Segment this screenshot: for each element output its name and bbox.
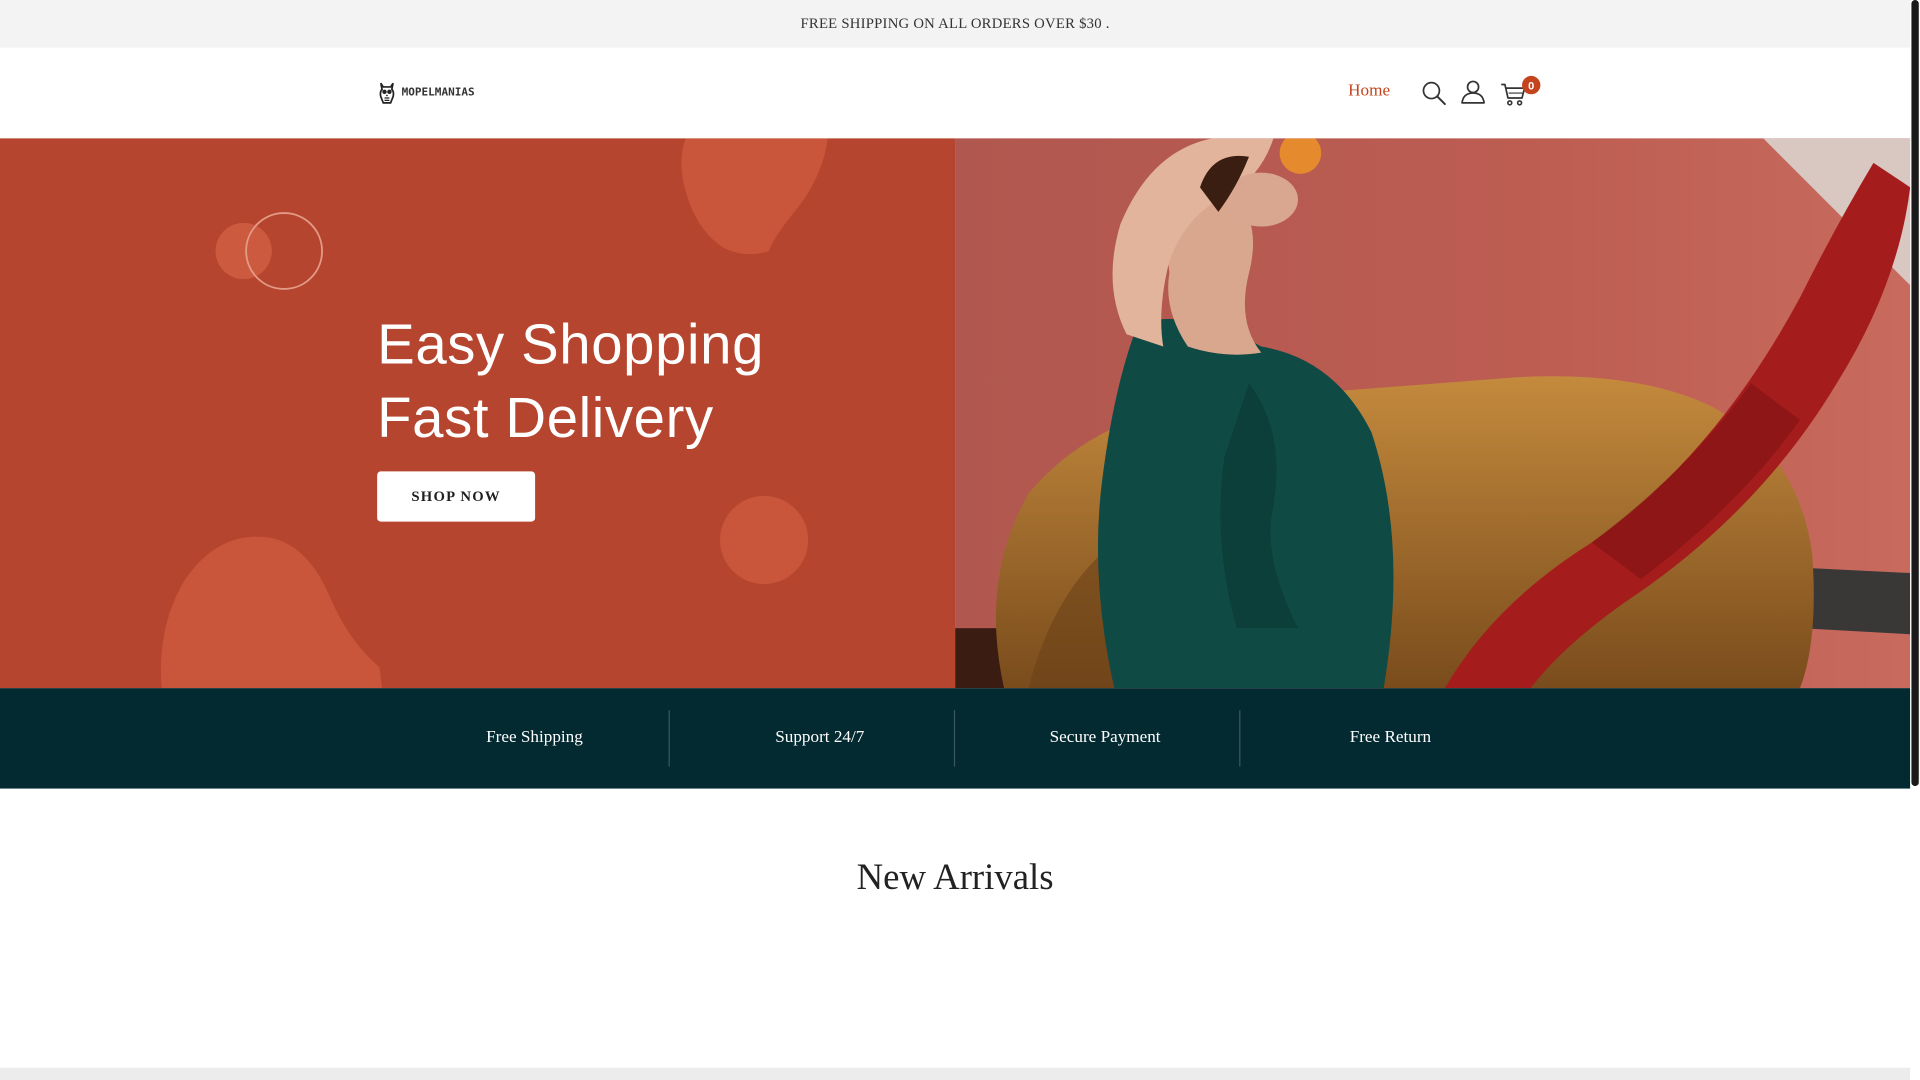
scrollbar-thumb[interactable] [1911, 0, 1919, 787]
hero-banner: Easy Shopping Fast Delivery SHOP NOW [0, 138, 1911, 689]
feature-divider [1239, 710, 1241, 767]
hero-text-panel: Easy Shopping Fast Delivery SHOP NOW [0, 138, 956, 689]
feature-secure-payment: Secure Payment [1049, 728, 1161, 747]
search-icon[interactable] [1420, 80, 1447, 107]
hero-photo [955, 138, 1911, 689]
feature-free-shipping: Free Shipping [486, 728, 583, 747]
feature-divider [953, 710, 956, 767]
hero-title-line1: Easy Shopping [377, 312, 765, 376]
hero-image [955, 138, 1911, 689]
scrollbar[interactable] [1910, 0, 1920, 1080]
site-header: MOPELMANIAS Home 0 [0, 47, 1911, 139]
logo-text: MOPELMANIAS [401, 86, 475, 100]
hero-title-line2: Fast Delivery [377, 385, 714, 450]
announcement-text: FREE SHIPPING ON ALL ORDERS OVER $30 . [800, 14, 1110, 32]
page: FREE SHIPPING ON ALL ORDERS OVER $30 . M… [0, 0, 1920, 1080]
nav-home-link[interactable]: Home [1348, 82, 1390, 102]
announcement-bar: FREE SHIPPING ON ALL ORDERS OVER $30 . [0, 0, 1911, 48]
shop-now-button[interactable]: SHOP NOW [377, 471, 536, 522]
section-divider [0, 1067, 1911, 1080]
owl-logo-icon [379, 82, 395, 104]
feature-divider [668, 710, 670, 767]
cart-count-badge: 0 [1522, 75, 1541, 95]
features-bar: Free Shipping Support 24/7 Secure Paymen… [0, 688, 1911, 789]
hero-title: Easy Shopping Fast Delivery [377, 307, 764, 454]
feature-support: Support 24/7 [775, 728, 865, 747]
user-icon[interactable] [1460, 78, 1487, 105]
feature-free-return: Free Return [1349, 728, 1432, 747]
new-arrivals-heading: New Arrivals [856, 857, 1054, 898]
site-logo[interactable]: MOPELMANIAS [377, 80, 475, 107]
